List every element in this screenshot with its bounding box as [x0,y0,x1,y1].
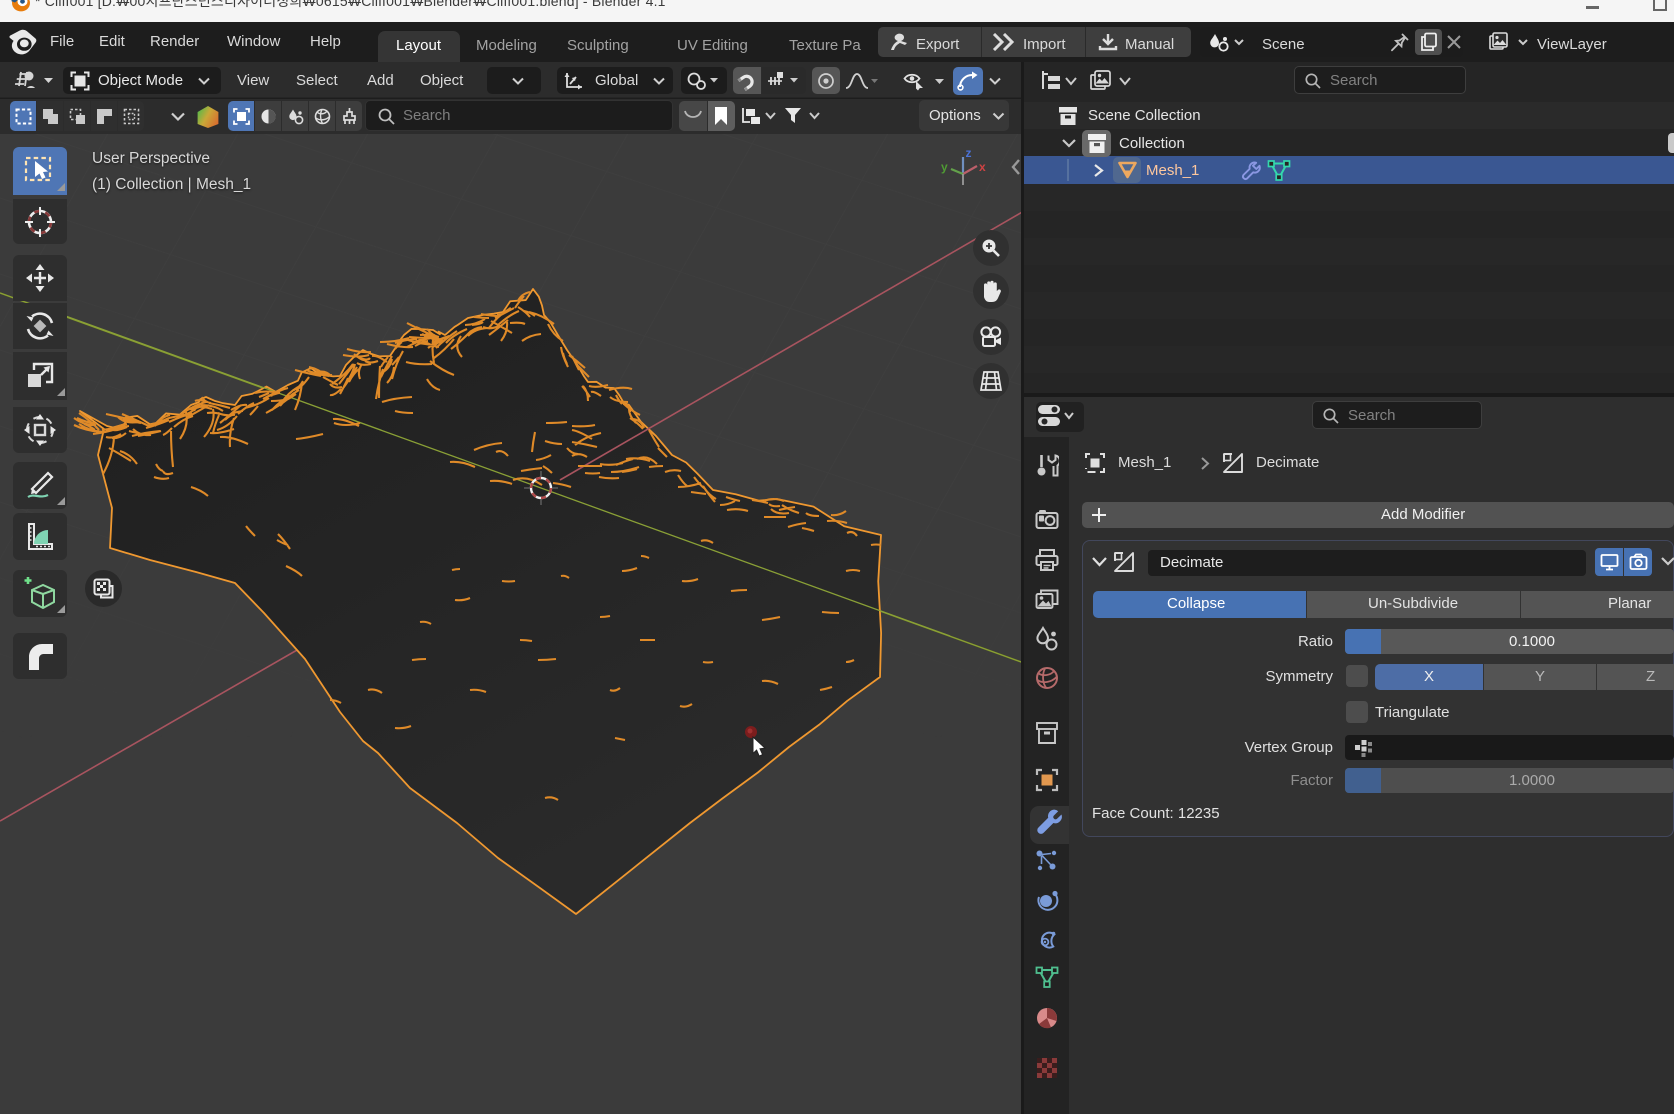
svg-text:x: x [979,160,986,174]
svg-text:z: z [966,146,972,160]
svg-text:y: y [941,160,948,174]
